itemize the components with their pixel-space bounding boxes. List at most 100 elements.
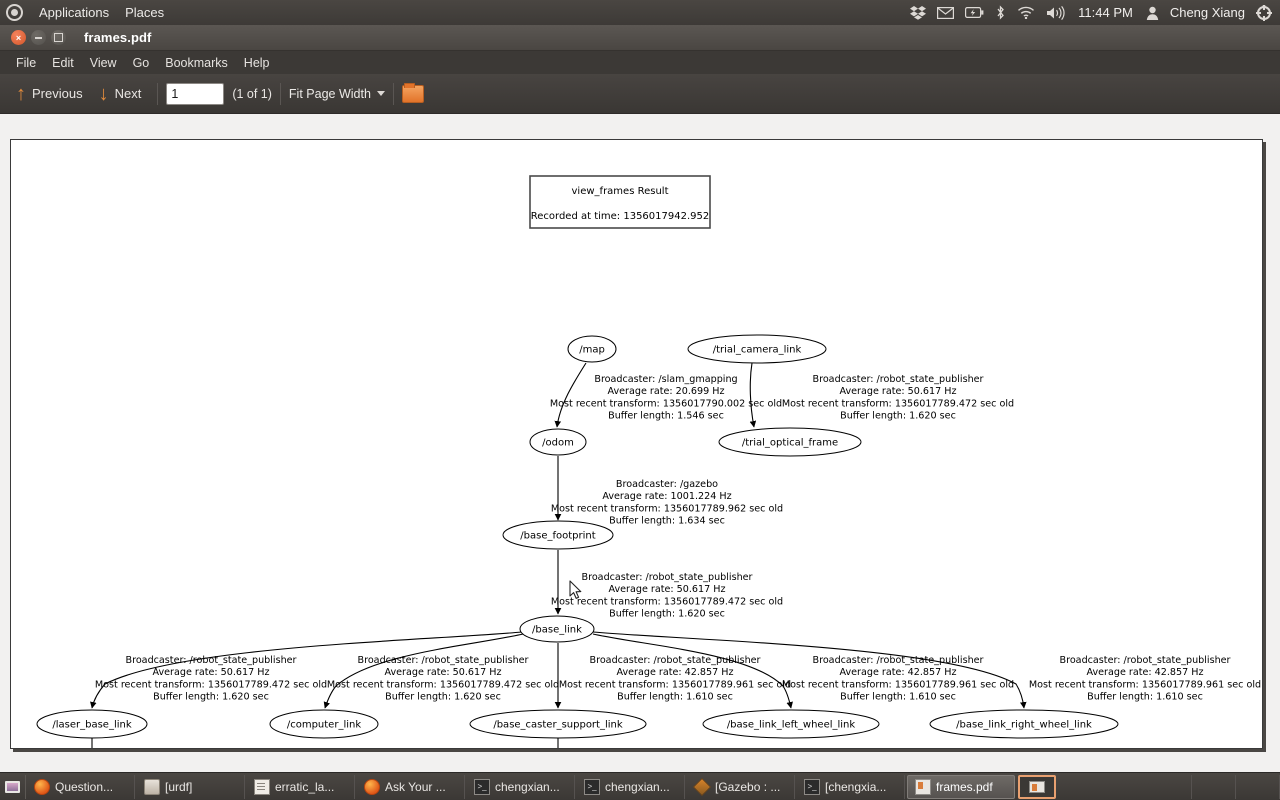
tf-edge-label-line: Buffer length: 1.634 sec	[609, 516, 725, 527]
dropbox-icon[interactable]	[910, 5, 927, 20]
ubuntu-logo-icon[interactable]	[6, 4, 23, 21]
system-tray: 11:44 PM Cheng Xiang	[910, 4, 1280, 21]
menu-view[interactable]: View	[82, 54, 125, 72]
previous-label: Previous	[32, 86, 83, 101]
tf-node-label: /laser_base_link	[52, 720, 131, 731]
tf-node-base_caster_support_link: /base_caster_support_link	[469, 709, 647, 739]
window-minimize-button[interactable]	[31, 30, 46, 45]
taskbar-tray-pdf-icon[interactable]	[1018, 774, 1056, 799]
tf-edge-label-base_link-to-computer_link: Broadcaster: /robot_state_publisherAvera…	[327, 655, 559, 703]
result-title: view_frames Result	[572, 186, 669, 197]
tf-edge-label-line: Most recent transform: 1356017789.961 se…	[1029, 679, 1261, 690]
menu-places[interactable]: Places	[117, 3, 172, 22]
tf-edge-label-base_link-to-base_caster_support_link: Broadcaster: /robot_state_publisherAvera…	[559, 655, 791, 703]
tf-edge-label-trial_camera_link-to-trial_optical_frame: Broadcaster: /robot_state_publisherAvera…	[782, 374, 1014, 422]
menu-go[interactable]: Go	[125, 54, 158, 72]
taskbar-item-3[interactable]: Ask Your ...	[357, 774, 465, 799]
toolbar: ↑ Previous ↓ Next (1 of 1) Fit Page Widt…	[0, 74, 1280, 114]
tf-edge-label-line: Average rate: 50.617 Hz	[152, 667, 269, 678]
tf-tree-graph: Broadcaster: /slam_gmappingAverage rate:…	[36, 175, 1261, 748]
taskbar-item-4[interactable]: >_ chengxian...	[467, 774, 575, 799]
battery-icon[interactable]	[965, 7, 984, 18]
tf-edge-label-line: Buffer length: 1.546 sec	[608, 411, 724, 422]
tf-edge-label-line: Buffer length: 1.620 sec	[385, 692, 501, 703]
tf-edge-label-line: Broadcaster: /gazebo	[616, 479, 718, 490]
result-recorded-time: Recorded at time: 1356017942.952	[531, 211, 710, 222]
menubar: File Edit View Go Bookmarks Help	[0, 51, 1280, 74]
firefox-icon	[34, 778, 50, 795]
tf-edge-label-line: Buffer length: 1.610 sec	[617, 692, 733, 703]
chevron-down-icon[interactable]	[376, 91, 385, 96]
tf-edge-label-line: Broadcaster: /robot_state_publisher	[582, 572, 753, 583]
volume-icon[interactable]	[1046, 5, 1065, 20]
tf-node-label: /base_link_right_wheel_link	[956, 720, 1092, 731]
pdf-icon	[1029, 780, 1045, 793]
page-number-input[interactable]	[166, 82, 225, 105]
show-desktop-icon[interactable]	[0, 774, 26, 799]
tf-edge-label-line: Broadcaster: /robot_state_publisher	[590, 655, 761, 666]
tf-edge-label-line: Buffer length: 1.620 sec	[840, 411, 956, 422]
tf-node-base_footprint: /base_footprint	[502, 520, 614, 550]
taskbar-slot-2	[1236, 774, 1280, 799]
tf-edge-label-line: Average rate: 42.857 Hz	[1086, 667, 1203, 678]
next-label: Next	[114, 86, 142, 101]
tf-node-odom: /odom	[529, 428, 587, 456]
window-maximize-button[interactable]	[51, 30, 66, 45]
tf-edge-label-line: Most recent transform: 1356017789.961 se…	[782, 679, 1014, 690]
tf-edge-label-line: Broadcaster: /robot_state_publisher	[813, 655, 984, 666]
tf-node-label: /base_footprint	[520, 531, 595, 542]
next-page-button[interactable]: ↓ Next	[91, 83, 150, 105]
tf-edge-label-line: Most recent transform: 1356017789.961 se…	[559, 679, 791, 690]
tf-edge-label-line: Buffer length: 1.620 sec	[609, 609, 725, 620]
show-desktop-glyph	[5, 780, 20, 793]
tf-edge-label-line: Broadcaster: /robot_state_publisher	[1060, 655, 1231, 666]
gear-icon[interactable]	[1256, 4, 1272, 21]
menu-bookmarks[interactable]: Bookmarks	[157, 54, 236, 72]
tf-edge-label-line: Buffer length: 1.620 sec	[153, 692, 269, 703]
taskbar-item-label: frames.pdf	[936, 779, 993, 794]
menu-help[interactable]: Help	[236, 54, 278, 72]
document-scroll-area[interactable]: Broadcaster: /slam_gmapping Average rate:…	[0, 114, 1280, 772]
mail-icon[interactable]	[937, 6, 955, 19]
tf-edge-label-line: Most recent transform: 1356017790.002 se…	[550, 398, 782, 409]
taskbar-item-6[interactable]: [Gazebo : ...	[687, 774, 795, 799]
taskbar-item-label: erratic_la...	[275, 779, 335, 794]
firefox-icon	[364, 778, 380, 795]
terminal-icon: >_	[474, 778, 490, 795]
taskbar-item-0[interactable]: Question...	[27, 774, 135, 799]
taskbar-item-label: chengxian...	[605, 779, 670, 794]
clock[interactable]: 11:44 PM	[1076, 5, 1135, 20]
page-count-label: (1 of 1)	[232, 86, 272, 101]
taskbar-item-8[interactable]: frames.pdf	[907, 774, 1015, 799]
taskbar-item-label: chengxian...	[495, 779, 560, 794]
tf-edge-label-line: Broadcaster: /robot_state_publisher	[126, 655, 297, 666]
taskbar-slot-1	[1192, 774, 1236, 799]
menu-applications[interactable]: Applications	[31, 3, 117, 22]
gazebo-icon	[692, 777, 712, 796]
pdf-icon	[915, 778, 931, 795]
user-name[interactable]: Cheng Xiang	[1170, 5, 1245, 20]
open-folder-icon[interactable]	[401, 82, 424, 103]
window-close-button[interactable]: ×	[11, 30, 26, 45]
menu-edit[interactable]: Edit	[44, 54, 82, 72]
tf-edge-label-line: Broadcaster: /robot_state_publisher	[358, 655, 529, 666]
tf-node-label: /base_link_left_wheel_link	[727, 720, 856, 731]
previous-page-button[interactable]: ↑ Previous	[8, 83, 91, 105]
wifi-icon[interactable]	[1017, 6, 1035, 19]
bluetooth-icon[interactable]	[995, 5, 1006, 20]
taskbar-item-1[interactable]: [urdf]	[137, 774, 245, 799]
menu-file[interactable]: File	[8, 54, 44, 72]
zoom-level-label[interactable]: Fit Page Width	[289, 87, 371, 101]
taskbar-item-label: [Gazebo : ...	[715, 779, 781, 794]
tf-edge-label-base_link-to-base_link_left_wheel_link: Broadcaster: /robot_state_publisherAvera…	[782, 655, 1014, 703]
arrow-up-icon: ↑	[16, 82, 26, 105]
tf-edge-label-line: Average rate: 50.617 Hz	[839, 386, 956, 397]
tf-node-label: /base_link	[532, 625, 582, 636]
pdf-viewer-window: × frames.pdf File Edit View Go Bookmarks…	[0, 25, 1280, 772]
tf-edge-trial_camera_link-to-trial_optical_frame	[749, 362, 757, 428]
taskbar-item-2[interactable]: erratic_la...	[247, 774, 355, 799]
taskbar-item-5[interactable]: >_ chengxian...	[577, 774, 685, 799]
tf-node-base_link_left_wheel_link: /base_link_left_wheel_link	[702, 709, 880, 739]
tf-edge-label-line: Broadcaster: /robot_state_publisher	[813, 374, 984, 385]
taskbar-item-7[interactable]: >_ [chengxia...	[797, 774, 905, 799]
